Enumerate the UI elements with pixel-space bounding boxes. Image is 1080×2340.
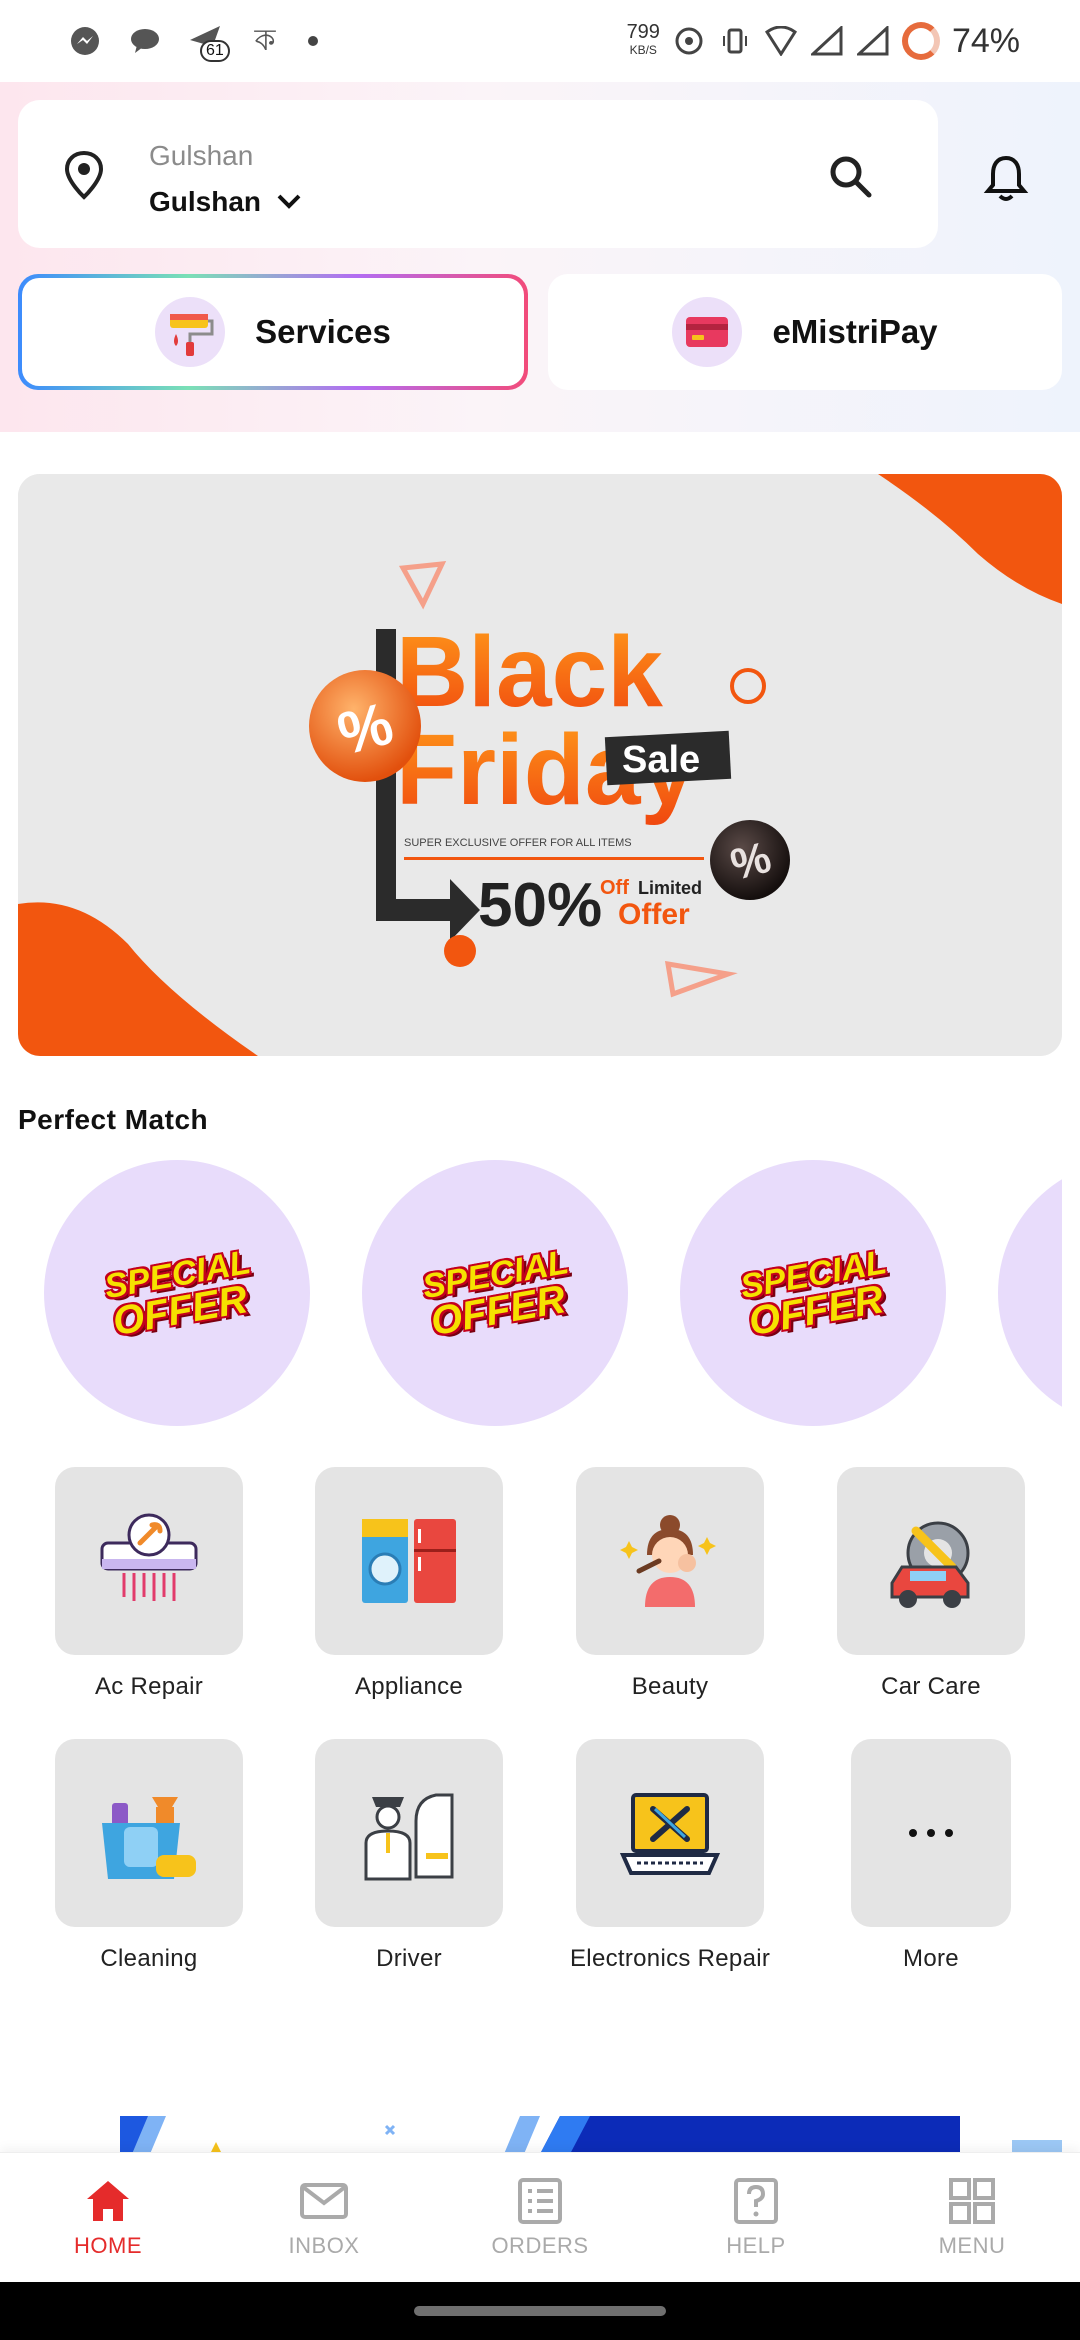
help-icon [734, 2177, 778, 2224]
data-saver-icon [672, 24, 706, 58]
tab-services[interactable]: Services [18, 274, 528, 390]
category-label: Electronics Repair [570, 1945, 771, 1972]
more-notifications-dot [308, 36, 318, 46]
special-offer-badge: SPECIAL OFFER [419, 1243, 572, 1345]
category-label: Driver [376, 1945, 442, 1972]
category-appliance[interactable]: Appliance [309, 1467, 509, 1701]
category-car-care[interactable]: Car Care [831, 1467, 1031, 1701]
special-offer-card[interactable]: SPECIAL OFFER [44, 1160, 310, 1426]
notification-bell-icon[interactable] [982, 152, 1030, 204]
chat-icon [128, 24, 162, 58]
tab-services-label: Services [255, 313, 391, 350]
location-label: Gulshan [149, 140, 254, 171]
nav-help[interactable]: HELP [648, 2153, 864, 2282]
category-driver[interactable]: Driver [309, 1739, 509, 1973]
nav-home[interactable]: HOME [0, 2153, 216, 2282]
category-cleaning[interactable]: Cleaning [49, 1739, 249, 1973]
special-offer-badge: SPECIAL OFFER [737, 1243, 890, 1345]
nav-orders[interactable]: ORDERS [432, 2153, 648, 2282]
system-gesture-bar [0, 2282, 1080, 2340]
category-label: Cleaning [100, 1945, 198, 1972]
location-dropdown[interactable]: Gulshan [149, 186, 303, 218]
special-offer-card-partial[interactable] [998, 1160, 1062, 1426]
car-care-icon [837, 1467, 1025, 1655]
perfect-match-title: Perfect Match [18, 1104, 209, 1135]
special-offer-card[interactable]: SPECIAL OFFER [680, 1160, 946, 1426]
notification-count: 61 [200, 40, 230, 62]
category-label: Ac Repair [94, 1673, 204, 1700]
bangla-keyboard-icon: ক [254, 23, 276, 57]
nav-inbox[interactable]: INBOX [216, 2153, 432, 2282]
category-beauty[interactable]: Beauty [570, 1467, 770, 1701]
paint-roller-icon [155, 297, 226, 367]
banner-tagline: SUPER EXCLUSIVE OFFER FOR ALL ITEMS [404, 837, 632, 849]
home-icon [87, 2180, 129, 2221]
category-label: More [903, 1945, 959, 1972]
net-speed: 799 KB/S [626, 21, 660, 57]
orders-list-icon [518, 2177, 562, 2224]
nav-menu[interactable]: MENU [864, 2153, 1080, 2282]
signal-icon-2 [856, 24, 890, 58]
special-offer-card[interactable]: SPECIAL OFFER [362, 1160, 628, 1426]
status-bar: 61 ক 799 KB/S 74% [0, 0, 1080, 82]
banner-limited: Limited [638, 878, 702, 898]
wifi-icon [764, 24, 798, 58]
send-notification-icon: 61 [188, 24, 230, 62]
category-label: Appliance [354, 1673, 464, 1700]
cleaning-icon [55, 1739, 243, 1927]
banner-off: Off [600, 877, 629, 899]
perfect-match-carousel[interactable]: SPECIAL OFFER SPECIAL OFFER SPECIAL OFFE… [0, 1160, 1062, 1426]
category-label: Beauty [631, 1673, 709, 1700]
location-value: Gulshan [149, 186, 262, 217]
ac-repair-icon [55, 1467, 243, 1655]
bottom-navigation: HOME INBOX ORDERS HELP MENU [0, 2152, 1080, 2282]
messenger-icon [68, 24, 102, 58]
credit-card-icon [672, 297, 743, 367]
banner-offer: Offer [618, 898, 690, 931]
driver-icon [315, 1739, 503, 1927]
banner-discount: 50% [478, 871, 602, 940]
category-more[interactable]: More [831, 1739, 1031, 1973]
appliance-icon [315, 1467, 503, 1655]
battery-icon [901, 22, 940, 60]
battery-percent: 74% [951, 21, 1020, 60]
home-gesture-handle[interactable] [414, 2306, 666, 2316]
signal-icon-1 [810, 24, 844, 58]
category-ac-repair[interactable]: Ac Repair [49, 1467, 249, 1701]
secondary-promo-banner[interactable] [120, 2116, 960, 2154]
chevron-down-icon [277, 194, 301, 209]
special-offer-badge: SPECIAL OFFER [101, 1243, 254, 1345]
vibrate-icon [718, 24, 752, 58]
banner-artwork: Black Friday Sale SUPER EXCLUSIVE OFFER … [18, 474, 1062, 1056]
banner-sale: Sale [622, 739, 700, 781]
location-selector[interactable]: Gulshan Gulshan [18, 100, 938, 248]
location-pin-icon [64, 150, 104, 200]
category-label: Car Care [881, 1673, 981, 1700]
electronics-repair-icon [576, 1739, 764, 1927]
category-electronics-repair[interactable]: Electronics Repair [570, 1739, 770, 1973]
tab-emistripay[interactable]: eMistriPay [548, 274, 1062, 390]
banner-line1: Black [396, 616, 663, 728]
more-dots-icon [851, 1739, 1011, 1927]
grid-menu-icon [949, 2177, 995, 2224]
beauty-icon [576, 1467, 764, 1655]
search-icon[interactable] [826, 152, 874, 200]
mail-icon [300, 2182, 348, 2219]
promo-banner-black-friday[interactable]: Black Friday Sale SUPER EXCLUSIVE OFFER … [18, 474, 1062, 1056]
tab-emistripay-label: eMistriPay [772, 313, 938, 350]
header-area: Gulshan Gulshan Services eMistriPay [0, 82, 1080, 432]
